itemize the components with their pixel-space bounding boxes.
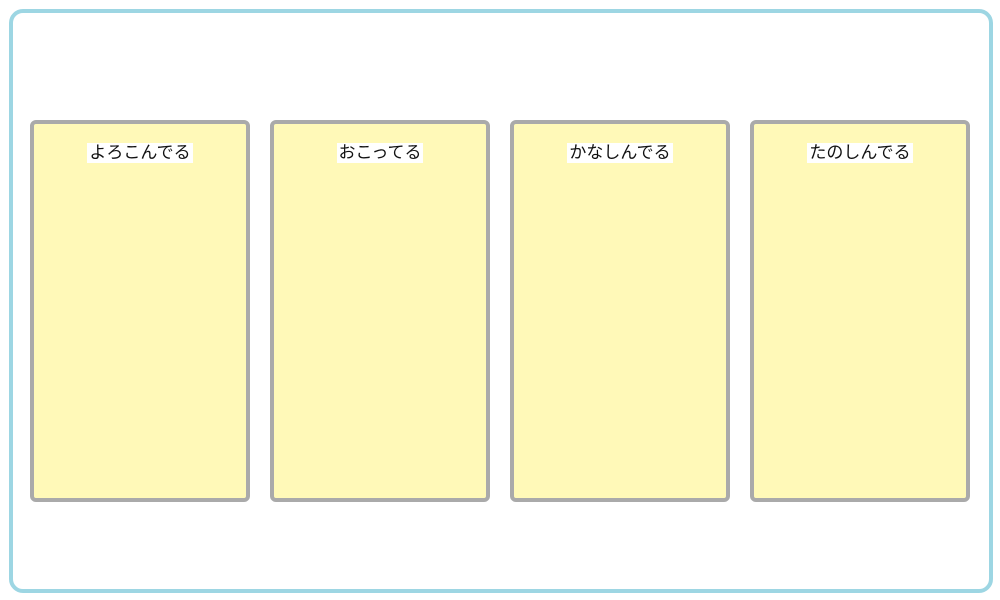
card-happy-label-wrap: よろこんでる bbox=[34, 142, 246, 164]
card-angry-label: おこってる bbox=[336, 143, 424, 163]
card-fun-label-wrap: たのしんでる bbox=[754, 142, 966, 164]
card-happy-label: よろこんでる bbox=[87, 143, 193, 163]
card-sad-label: かなしんでる bbox=[567, 143, 673, 163]
card-fun[interactable]: たのしんでる bbox=[750, 120, 970, 502]
card-sad-label-wrap: かなしんでる bbox=[514, 142, 726, 164]
card-sad[interactable]: かなしんでる bbox=[510, 120, 730, 502]
card-angry[interactable]: おこってる bbox=[270, 120, 490, 502]
card-fun-label: たのしんでる bbox=[807, 143, 913, 163]
card-angry-label-wrap: おこってる bbox=[274, 142, 486, 164]
card-happy[interactable]: よろこんでる bbox=[30, 120, 250, 502]
